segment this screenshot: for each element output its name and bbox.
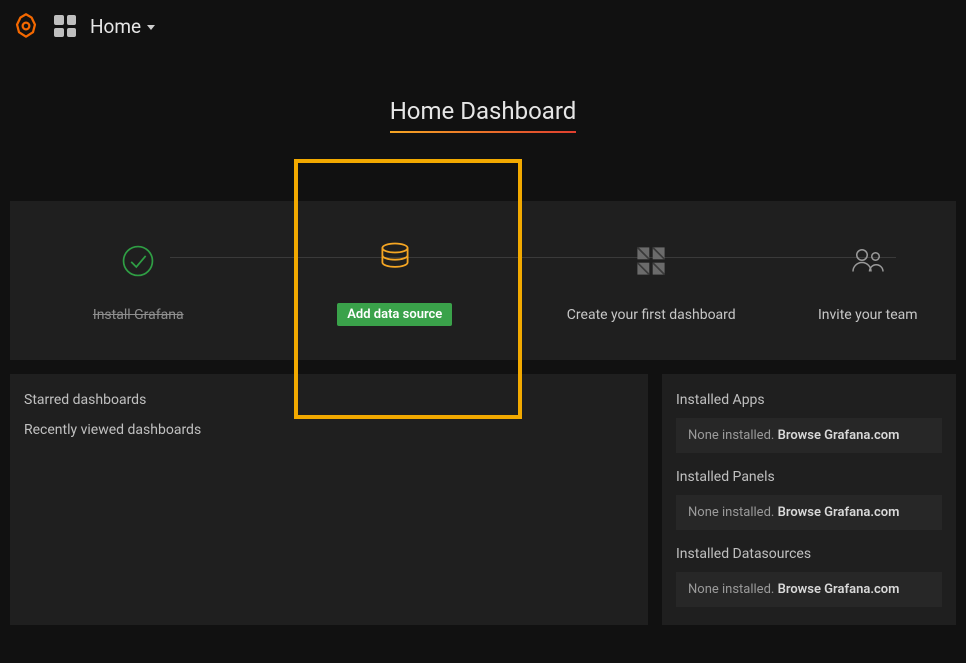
check-circle-icon — [120, 243, 156, 279]
step-label: Install Grafana — [93, 307, 184, 323]
breadcrumb-home[interactable]: Home — [90, 15, 155, 38]
installed-datasources-heading: Installed Datasources — [676, 546, 942, 562]
step-invite-team[interactable]: Invite your team — [798, 243, 938, 323]
lower-panels: Starred dashboards Recently viewed dashb… — [10, 374, 956, 625]
dashboard-grid-icon[interactable] — [54, 15, 76, 37]
installed-apps-heading: Installed Apps — [676, 392, 942, 408]
step-connector-line — [170, 257, 896, 258]
none-installed-text: None installed. — [688, 505, 778, 520]
step-label: Create your first dashboard — [567, 307, 736, 323]
installed-datasources-box: None installed. Browse Grafana.com — [676, 572, 942, 607]
dashboards-panel: Starred dashboards Recently viewed dashb… — [10, 374, 648, 625]
installed-panels-box: None installed. Browse Grafana.com — [676, 495, 942, 530]
add-data-source-button[interactable]: Add data source — [337, 303, 452, 326]
breadcrumb-label: Home — [90, 15, 141, 38]
page-title: Home Dashboard — [390, 97, 577, 133]
browse-grafana-link[interactable]: Browse Grafana.com — [778, 582, 900, 597]
plugins-panel: Installed Apps None installed. Browse Gr… — [662, 374, 956, 625]
grafana-logo-icon[interactable] — [12, 12, 40, 40]
step-label: Invite your team — [818, 307, 918, 323]
navbar: Home — [0, 0, 966, 52]
step-add-data-source[interactable]: Add data source — [285, 239, 505, 326]
users-icon — [850, 243, 886, 279]
installed-panels-heading: Installed Panels — [676, 469, 942, 485]
installed-apps-box: None installed. Browse Grafana.com — [676, 418, 942, 453]
chevron-down-icon — [147, 25, 155, 30]
onboarding-panel: Install Grafana Add data source — [10, 201, 956, 360]
none-installed-text: None installed. — [688, 428, 778, 443]
none-installed-text: None installed. — [688, 582, 778, 597]
browse-grafana-link[interactable]: Browse Grafana.com — [778, 505, 900, 520]
page-title-wrap: Home Dashboard — [0, 97, 966, 133]
starred-heading: Starred dashboards — [24, 392, 634, 408]
browse-grafana-link[interactable]: Browse Grafana.com — [778, 428, 900, 443]
panels-grid-icon — [633, 243, 669, 279]
step-create-dashboard[interactable]: Create your first dashboard — [541, 243, 761, 323]
recent-heading: Recently viewed dashboards — [24, 422, 634, 438]
database-icon — [377, 239, 413, 275]
step-install-grafana[interactable]: Install Grafana — [28, 243, 248, 323]
